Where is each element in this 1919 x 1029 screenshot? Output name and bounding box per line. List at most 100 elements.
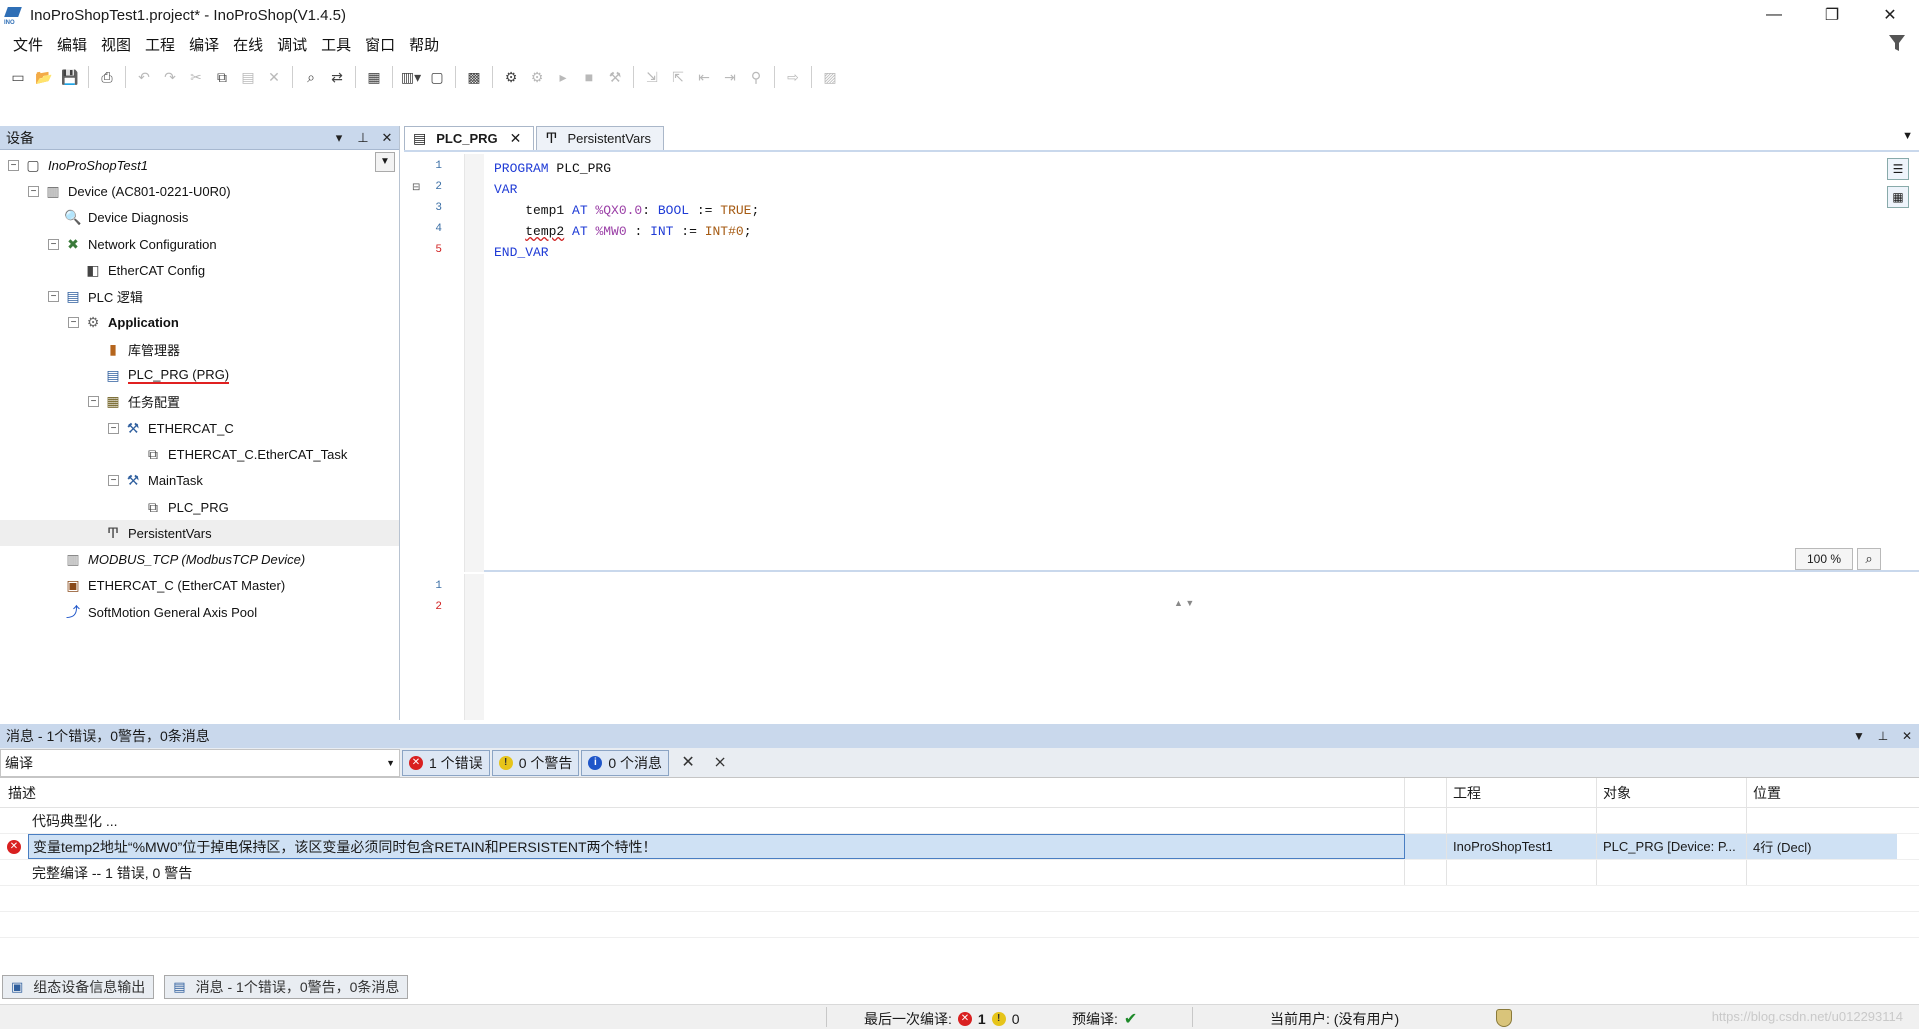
close-button[interactable]: ✕ (1861, 0, 1919, 30)
reset-icon[interactable]: ⚒ (603, 65, 627, 89)
message-row[interactable]: ✕ 变量temp2地址“%MW0”位于掉电保持区，该区变量必须同时包含RETAIN… (0, 834, 1919, 860)
message-row[interactable]: 代码典型化 ... (0, 808, 1919, 834)
errors-filter-button[interactable]: ✕ 1 个错误 (402, 749, 490, 776)
breakpoint-icon[interactable]: ⚲ (744, 65, 768, 89)
zoom-level[interactable]: 100 % (1795, 548, 1853, 570)
stop-icon[interactable]: ■ (577, 65, 601, 89)
code-line[interactable]: END_VAR (494, 242, 759, 263)
collapse-toggle-icon[interactable]: − (28, 185, 39, 197)
collapse-toggle-icon[interactable]: − (48, 238, 59, 250)
tree-item[interactable]: ▤ PLC_PRG (PRG) (0, 362, 399, 388)
undo-icon[interactable]: ↶ (132, 65, 156, 89)
tree-item[interactable]: ▥ MODBUS_TCP (ModbusTCP Device) (0, 546, 399, 572)
zoom-icon[interactable]: ⌕ (1857, 548, 1881, 570)
settings-icon[interactable]: ▨ (818, 65, 842, 89)
tree-item[interactable]: − ⚒ ETHERCAT_C (0, 415, 399, 441)
login-icon[interactable]: ⚙ (499, 65, 523, 89)
browse-icon[interactable]: ▦ (362, 65, 386, 89)
step-out-icon[interactable]: ⇤ (692, 65, 716, 89)
menu-item[interactable]: 窗口 (358, 34, 402, 55)
clear-messages-icon[interactable]: ✕ (675, 750, 701, 776)
delete-icon[interactable]: ✕ (262, 65, 286, 89)
tree-item[interactable]: ⧉ ETHERCAT_C.EtherCAT_Task (0, 441, 399, 467)
run-to-cursor-icon[interactable]: ⇥ (718, 65, 742, 89)
collapse-toggle-icon[interactable]: − (108, 422, 119, 434)
table-view-icon[interactable]: ▦ (1887, 186, 1909, 208)
column-position[interactable]: 位置 (1747, 778, 1897, 807)
pin-icon[interactable]: ⊥ (351, 130, 375, 146)
add-object-icon[interactable]: ▥▾ (399, 65, 423, 89)
minimize-button[interactable]: — (1745, 0, 1803, 30)
code-line[interactable]: VAR (494, 179, 759, 200)
new-file-icon[interactable]: ▭ (6, 65, 30, 89)
copy-icon[interactable]: ⧉ (210, 65, 234, 89)
menu-item[interactable]: 视图 (94, 34, 138, 55)
tree-item[interactable]: − ⚙ Application (0, 310, 399, 336)
cut-icon[interactable]: ✂ (184, 65, 208, 89)
collapse-toggle-icon[interactable]: − (68, 317, 79, 329)
menu-item[interactable]: 编辑 (50, 34, 94, 55)
menu-item[interactable]: 调试 (270, 34, 314, 55)
tree-item[interactable]: Ͳ PersistentVars (0, 520, 399, 547)
logout-icon[interactable]: ⚙ (525, 65, 549, 89)
tree-item[interactable]: − ▥ Device (AC801-0221-U0R0) (0, 178, 399, 204)
menu-item[interactable]: 工具 (314, 34, 358, 55)
tree-item[interactable]: − ▦ 任务配置 (0, 389, 399, 415)
tab-persistent-vars[interactable]: Ͳ PersistentVars (536, 126, 665, 150)
tab-plc-prg[interactable]: ▤ PLC_PRG ✕ (404, 126, 535, 150)
tree-item[interactable]: ▮ 库管理器 (0, 336, 399, 362)
warnings-filter-button[interactable]: ! 0 个警告 (491, 749, 580, 776)
code-line[interactable]: temp2 AT %MW0 : INT := INT#0; (494, 221, 759, 242)
column-desc[interactable]: 描述 (0, 778, 1405, 807)
tree-item[interactable]: ⤴ SoftMotion General Axis Pool (0, 599, 399, 625)
implementation-editor[interactable]: 12 (404, 574, 1919, 720)
step-over-icon[interactable]: ⇲ (640, 65, 664, 89)
pin-icon[interactable]: ⊥ (1871, 729, 1895, 743)
collapse-toggle-icon[interactable]: − (88, 396, 99, 408)
paste-icon[interactable]: ▤ (236, 65, 260, 89)
column-project[interactable]: 工程 (1447, 778, 1597, 807)
fold-toggle-icon[interactable]: ⊟ (412, 182, 420, 193)
tree-item[interactable]: − ✖ Network Configuration (0, 231, 399, 257)
tree-item[interactable]: − ▤ PLC 逻辑 (0, 283, 399, 309)
tab-device-info-output[interactable]: ▣ 组态设备信息输出 (2, 975, 155, 999)
tree-item[interactable]: ⧉ PLC_PRG (0, 494, 399, 520)
menu-item[interactable]: 工程 (138, 34, 182, 55)
tree-item[interactable]: − ▢ InoProShopTest1 (0, 152, 399, 178)
panel-close-icon[interactable]: ✕ (375, 130, 399, 146)
restore-button[interactable]: ❐ (1803, 0, 1861, 30)
tab-messages[interactable]: ▤ 消息 - 1个错误，0警告，0条消息 (164, 975, 409, 999)
menu-item[interactable]: 编译 (182, 34, 226, 55)
collapse-toggle-icon[interactable]: − (8, 159, 19, 171)
filter-icon[interactable] (1887, 32, 1907, 54)
declaration-editor[interactable]: 1 2 3 4 5 ⊟ PROGRAM PLC_PRG VAR temp1 AT %QX0… (404, 154, 1919, 608)
step-into-icon[interactable]: ⇱ (666, 65, 690, 89)
tab-list-dropdown-icon[interactable]: ▼ (1902, 130, 1913, 142)
start-icon[interactable]: ▸ (551, 65, 575, 89)
find-icon[interactable]: ⌕ (299, 65, 323, 89)
text-view-icon[interactable]: ☰ (1887, 158, 1909, 180)
message-row[interactable]: 完整编译 -- 1 错误, 0 警告 (0, 860, 1919, 886)
redo-icon[interactable]: ↷ (158, 65, 182, 89)
declaration-code[interactable]: PROGRAM PLC_PRG VAR temp1 AT %QX0.0: BOOL… (494, 158, 759, 263)
tab-close-icon[interactable]: ✕ (510, 130, 522, 147)
panel-dropdown-icon[interactable]: ▼ (1847, 729, 1871, 743)
message-category-select[interactable]: 编译 ▼ (0, 748, 400, 777)
collapse-toggle-icon[interactable]: − (48, 291, 59, 303)
column-object[interactable]: 对象 (1597, 778, 1747, 807)
panel-close-icon[interactable]: ✕ (1895, 729, 1919, 743)
code-line[interactable]: PROGRAM PLC_PRG (494, 158, 759, 179)
save-icon[interactable]: 💾 (58, 65, 82, 89)
menu-item[interactable]: 帮助 (402, 34, 446, 55)
replace-icon[interactable]: ⇄ (325, 65, 349, 89)
tree-item[interactable]: ▣ ETHERCAT_C (EtherCAT Master) (0, 573, 399, 599)
code-line[interactable]: temp1 AT %QX0.0: BOOL := TRUE; (494, 200, 759, 221)
build-icon[interactable]: ▩ (462, 65, 486, 89)
tree-item[interactable]: 🔍 Device Diagnosis (0, 205, 399, 231)
security-status[interactable] (1496, 1009, 1512, 1027)
tree-item[interactable]: ◧ EtherCAT Config (0, 257, 399, 283)
collapse-toggle-icon[interactable]: − (108, 475, 119, 487)
print-icon[interactable]: ⎙ (95, 65, 119, 89)
menu-item[interactable]: 在线 (226, 34, 270, 55)
infos-filter-button[interactable]: i 0 个消息 (581, 749, 670, 776)
